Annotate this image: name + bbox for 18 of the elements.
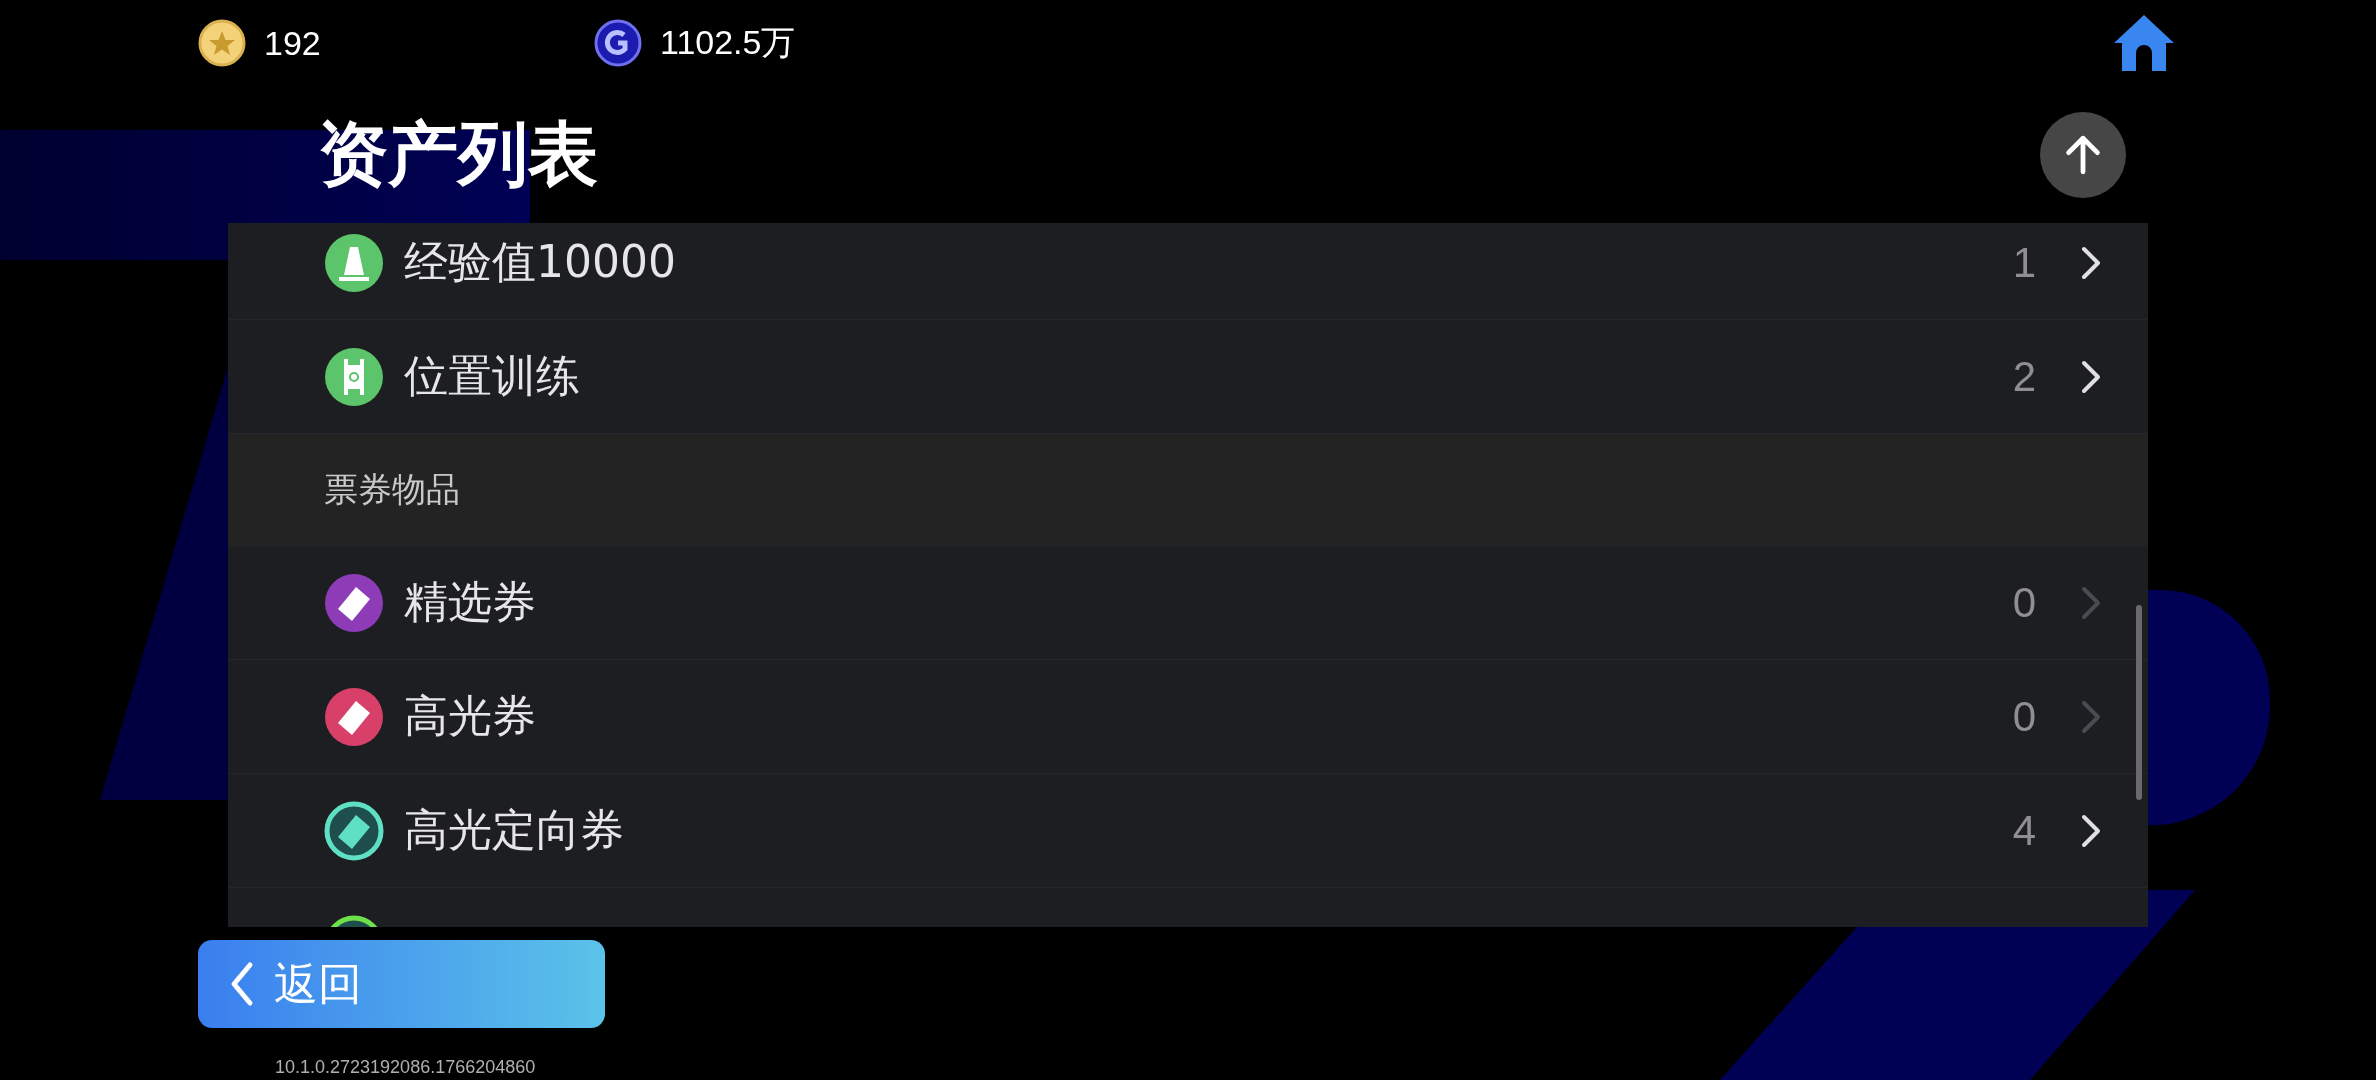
asset-name: 精选券 (404, 575, 536, 629)
g-coin-icon (594, 19, 642, 67)
asset-count: 1 (2012, 238, 2036, 287)
currency-amount: 192 (264, 23, 321, 63)
asset-count: 2 (2012, 352, 2036, 401)
asset-name: 高光定向券 (404, 803, 624, 857)
section-title: 票券物品 (324, 468, 460, 511)
asset-name: 高光券 (404, 689, 536, 743)
back-button[interactable]: 返回 (198, 940, 605, 1028)
asset-name: 位置训练 (404, 349, 580, 403)
currency-amount: 1102.5万 (660, 22, 796, 63)
page-title: 资产列表 (318, 111, 598, 197)
asset-count: 0 (2012, 578, 2036, 627)
asset-count: 0 (2012, 692, 2036, 741)
version-text: 10.1.0.2723192086.1766204860 (275, 1057, 536, 1078)
asset-count: 4 (2012, 806, 2036, 855)
asset-name: 经验值10000 (404, 235, 676, 289)
star-coin-icon (198, 19, 246, 67)
